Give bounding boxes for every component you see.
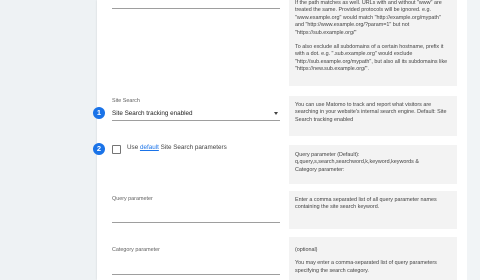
site-search-select-value: Site Search tracking enabled — [112, 110, 193, 117]
help-domain-text-2: To also exclude all subdomains of a cert… — [295, 44, 448, 73]
category-parameter-input[interactable] — [112, 262, 280, 275]
query-parameter-input[interactable] — [112, 210, 280, 223]
help-category-text: You may enter a comma-separated list of … — [295, 260, 437, 274]
category-parameter-label: Category parameter — [112, 247, 160, 253]
help-domain-text-1: If the path matches as well. URLs with a… — [295, 0, 442, 36]
use-default-params-checkbox[interactable] — [112, 145, 121, 154]
help-site-search-text: You can use Matomo to track and report w… — [295, 102, 447, 123]
help-category-optional: (optional) — [295, 247, 318, 253]
use-default-params-label: Use default Site Search parameters — [127, 144, 227, 151]
help-query-default-line-2: q,query,s,search,searchword,k,keyword,ke… — [295, 159, 419, 166]
previous-field-underline — [112, 8, 280, 9]
help-query-param-text: Enter a comma separated list of all quer… — [295, 197, 437, 211]
site-search-select[interactable]: Site Search tracking enabled — [112, 108, 280, 121]
right-background — [467, 0, 480, 280]
help-domain-exclusion: If the path matches as well. URLs with a… — [289, 0, 457, 86]
site-search-label: Site Search — [112, 98, 140, 104]
help-category-param: (optional) You may enter a comma-separat… — [289, 237, 457, 280]
use-default-prefix: Use — [127, 144, 140, 151]
help-query-default-line-1: Query parameter (Default): — [295, 152, 360, 158]
help-query-param: Enter a comma separated list of all quer… — [289, 191, 457, 229]
step-badge-2: 2 — [93, 143, 105, 155]
query-parameter-label: Query parameter — [112, 196, 153, 202]
dropdown-caret-icon — [274, 112, 278, 115]
left-background — [0, 0, 97, 280]
help-query-default-line-3: Category parameter: — [295, 166, 345, 173]
help-query-default: Query parameter (Default): q,query,s,sea… — [289, 145, 457, 184]
help-site-search: You can use Matomo to track and report w… — [289, 96, 457, 136]
step-badge-1: 1 — [93, 107, 105, 119]
use-default-suffix: Site Search parameters — [158, 144, 227, 151]
default-params-link[interactable]: default — [140, 144, 159, 151]
